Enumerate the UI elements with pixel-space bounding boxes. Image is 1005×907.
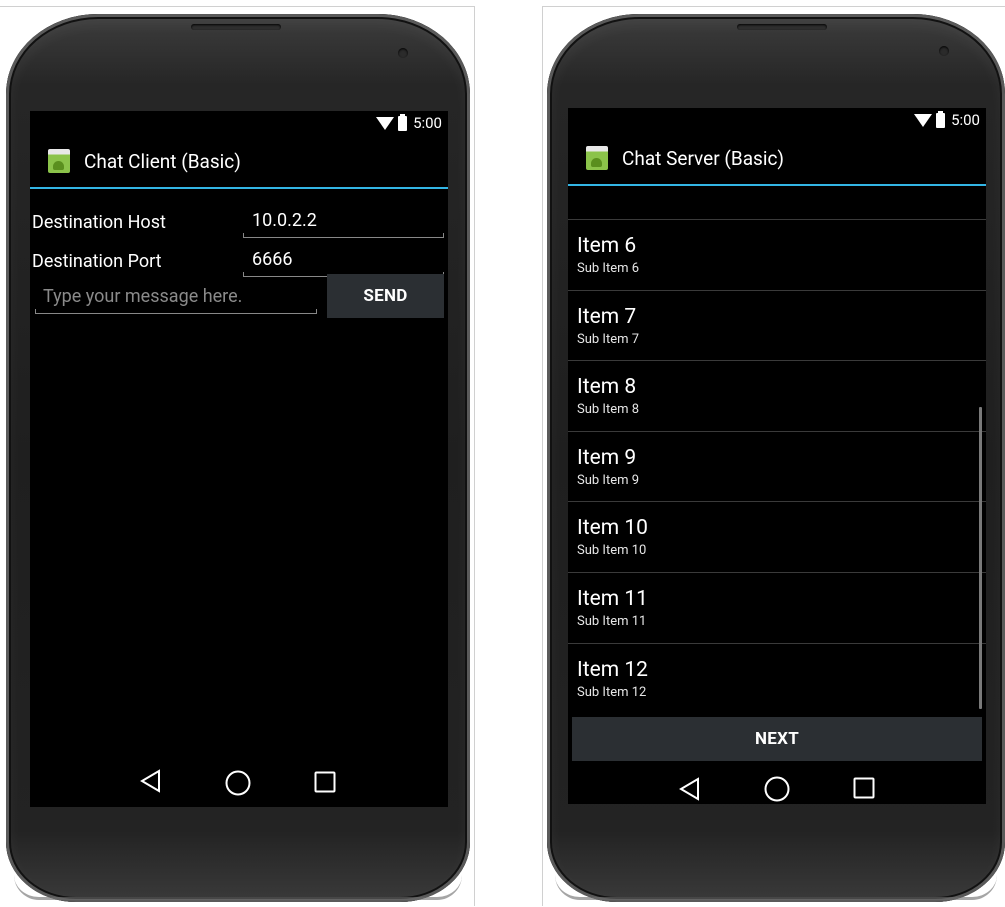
app-icon <box>48 149 70 173</box>
host-field[interactable]: 10.0.2.2 <box>243 210 444 238</box>
back-icon[interactable] <box>678 777 700 801</box>
recent-apps-icon[interactable] <box>853 777 875 799</box>
front-camera <box>398 48 408 58</box>
status-time: 5:00 <box>413 114 442 132</box>
front-camera <box>939 46 949 56</box>
back-icon[interactable] <box>139 769 161 793</box>
host-label: Destination Host <box>32 212 166 233</box>
message-input[interactable]: Type your message here. <box>35 284 317 314</box>
list-scrollbar[interactable] <box>979 407 982 709</box>
wifi-icon <box>914 113 933 127</box>
list-item[interactable]: Item 8 Sub Item 8 <box>568 360 986 431</box>
battery-icon <box>936 110 946 128</box>
home-icon[interactable] <box>763 775 791 803</box>
port-field[interactable]: 6666 <box>243 249 444 277</box>
frame-left-right <box>474 6 475 906</box>
item-title: Item 10 <box>577 516 648 540</box>
recent-apps-icon[interactable] <box>314 771 336 793</box>
list-item[interactable]: Item 11 Sub Item 11 <box>568 572 986 643</box>
status-bar: 5:00 <box>30 111 448 135</box>
home-icon[interactable] <box>224 769 252 797</box>
item-list: Item 6 Sub Item 6 Item 7 Sub Item 7 Item… <box>568 219 986 700</box>
host-row: Destination Host 10.0.2.2 <box>30 208 448 242</box>
item-subtitle: Sub Item 12 <box>577 685 647 700</box>
frame-left-top <box>0 6 475 7</box>
list-item[interactable]: Item 7 Sub Item 7 <box>568 290 986 361</box>
server-screen: 5:00 Chat Server (Basic) Item 6 Sub Item… <box>568 108 986 804</box>
item-subtitle: Sub Item 8 <box>577 402 640 417</box>
item-title: Item 8 <box>577 375 637 399</box>
client-phone: 5:00 Chat Client (Basic) Destination Hos… <box>6 14 470 902</box>
list-item[interactable]: Item 12 Sub Item 12 <box>568 643 986 714</box>
nav-bar <box>30 757 448 807</box>
speaker <box>737 24 827 30</box>
frame-right-top <box>542 6 1005 7</box>
action-bar: Chat Client (Basic) <box>30 135 448 189</box>
battery-icon <box>398 113 408 131</box>
send-button[interactable]: SEND <box>327 274 444 318</box>
item-title: Item 7 <box>577 305 637 329</box>
item-subtitle: Sub Item 9 <box>577 473 640 488</box>
list-item[interactable]: Item 6 Sub Item 6 <box>568 219 986 290</box>
action-bar: Chat Server (Basic) <box>568 132 986 186</box>
nav-bar <box>568 767 986 804</box>
client-screen: 5:00 Chat Client (Basic) Destination Hos… <box>30 111 448 807</box>
next-button[interactable]: NEXT <box>572 717 982 761</box>
list-item[interactable]: Item 10 Sub Item 10 <box>568 501 986 572</box>
port-label: Destination Port <box>32 251 162 272</box>
item-subtitle: Sub Item 7 <box>577 332 640 347</box>
item-title: Item 12 <box>577 658 648 682</box>
list-item[interactable]: Item 9 Sub Item 9 <box>568 431 986 502</box>
status-bar: 5:00 <box>568 108 986 132</box>
frame-right-left <box>542 6 543 906</box>
item-title: Item 11 <box>577 587 648 611</box>
item-subtitle: Sub Item 6 <box>577 261 640 276</box>
status-time: 5:00 <box>951 111 980 129</box>
item-title: Item 6 <box>577 234 637 258</box>
app-title: Chat Server (Basic) <box>622 146 785 170</box>
speaker <box>191 24 281 30</box>
item-subtitle: Sub Item 11 <box>577 614 647 629</box>
app-title: Chat Client (Basic) <box>84 149 241 173</box>
wifi-icon <box>376 116 395 130</box>
item-title: Item 9 <box>577 446 637 470</box>
server-phone: 5:00 Chat Server (Basic) Item 6 Sub Item… <box>547 14 1005 902</box>
item-subtitle: Sub Item 10 <box>577 543 647 558</box>
app-icon <box>586 146 608 170</box>
